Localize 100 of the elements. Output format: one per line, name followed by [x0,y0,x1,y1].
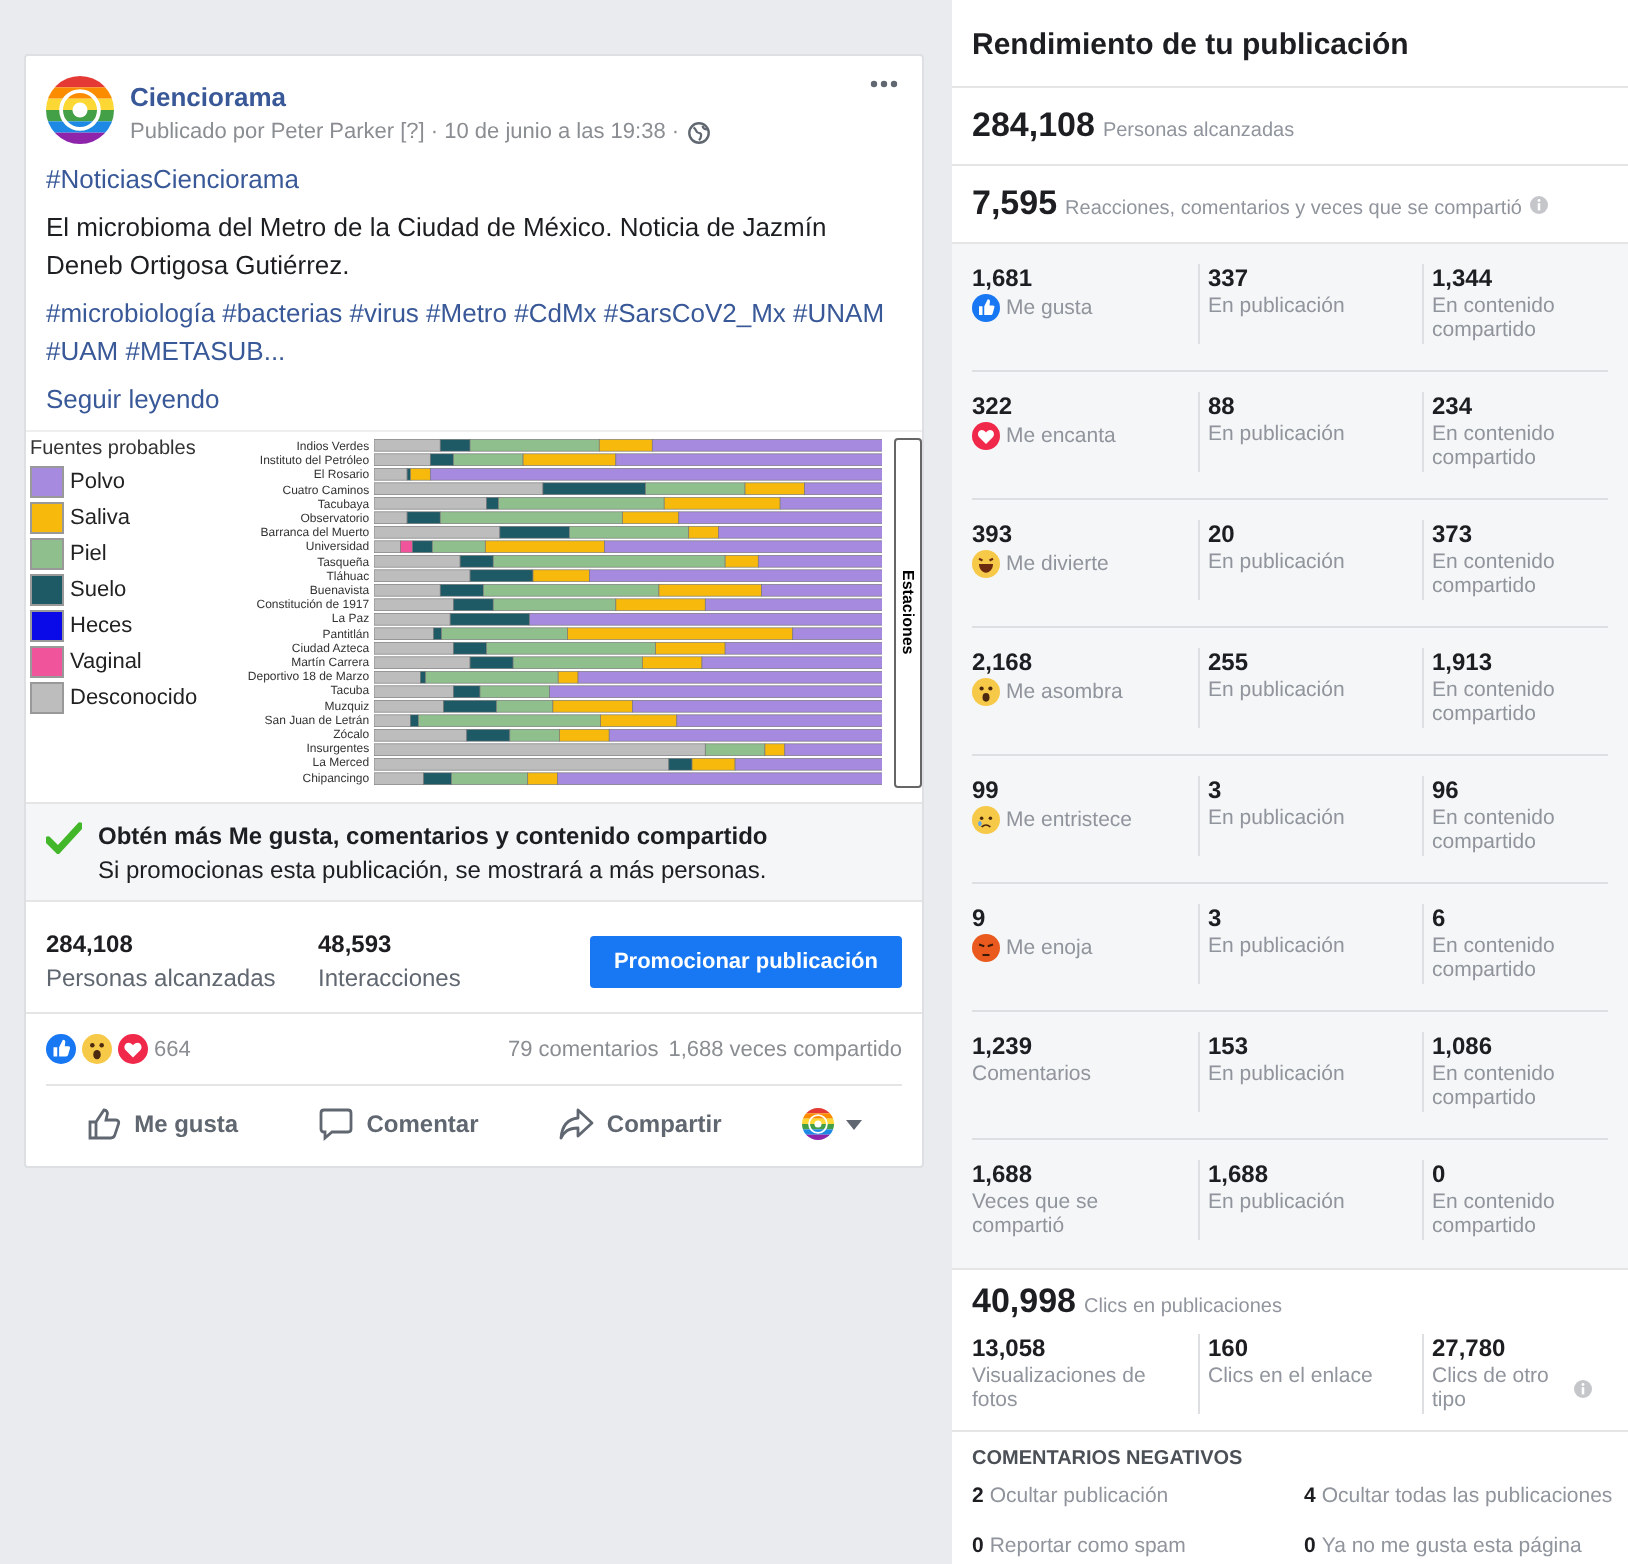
negative-feedback-label: Reportar como spam [989,1534,1186,1558]
surprised-reaction-icon [82,1034,112,1064]
heart-reaction-icon [118,1034,148,1064]
promo-text: Si promocionas esta publicación, se mostrará a más personas. [98,856,768,884]
post-action-button[interactable]: Compartir [546,1098,734,1150]
axis-title: Estaciones [899,570,918,656]
metric-value: 3 [1208,776,1224,804]
post-action-button[interactable]: Me gusta [74,1098,251,1150]
reaction-count[interactable]: 664 [154,1037,191,1061]
negative-feedback-label: Ya no me gusta esta página [1321,1534,1582,1558]
metric-value: 0 [1432,1160,1448,1188]
legend-title: Fuentes probables [30,438,198,460]
metric-total: 1,239 [972,1032,1035,1060]
reach-label: Personas alcanzadas [1102,120,1295,142]
metric-total: 1,681 [972,264,1035,292]
negative-feedback-count: 0 [972,1534,984,1558]
caret-icon [845,1119,862,1129]
globe-icon [687,121,710,143]
metric-value: 88 [1208,392,1237,420]
metric-total: 322 [972,392,1015,420]
metric-label: En publicación [1208,1062,1345,1086]
promote-button[interactable]: Promocionar publicación [589,935,902,987]
more-options-icon[interactable] [870,80,898,88]
metric-value: 153 [1208,1032,1251,1060]
negative-feedback-count: 2 [972,1484,984,1508]
reach-value: 284,108 [972,106,1095,146]
metric-label: En publicación [1208,678,1345,702]
metric-value: 255 [1208,648,1251,676]
stat-label: Personas alcanzadas [46,964,278,992]
metric-total: 99 [972,776,1001,804]
metric-total: 1,688 [972,1160,1035,1188]
post-text: El microbioma del Metro de la Ciudad de México. Noticia de Jazmín Deneb Ortigosa Gutiérrez. [46,210,829,284]
stat-value: 284,108 [46,930,135,958]
legend-label: Polvo [70,470,126,494]
metric-value: 27,780 [1432,1334,1508,1362]
metric-value: 1,913 [1432,648,1495,676]
page-logo-icon[interactable] [801,1108,834,1140]
metric-value: 337 [1208,264,1251,292]
hashtags-link[interactable]: #microbiología #bacterias #virus #Metro #CdMx #SarsCoV2_Mx #UNAM #UAM #METASUB... [46,294,902,370]
metric-label: En contenido compartido [1432,1190,1557,1238]
stat-label: Interacciones [317,964,463,992]
sad-reaction-icon [972,806,1000,834]
metric-label: En contenido compartido [1432,806,1557,854]
legend-label: Suelo [70,578,127,602]
metric-label: Me gusta [1006,296,1093,320]
metric-value: 160 [1208,1334,1251,1362]
read-more-link[interactable]: Seguir leyendo [46,380,902,418]
like-reaction-icon [46,1034,76,1064]
metric-label: En contenido compartido [1432,422,1557,470]
negative-feedback-count: 4 [1304,1484,1316,1508]
metric-label: Clics en el enlace [1208,1364,1373,1388]
thumbs-up-icon [86,1106,123,1142]
metric-value: 373 [1432,520,1475,548]
negative-feedback-label: Ocultar publicación [989,1484,1169,1508]
panel-title: Rendimiento de tu publicación [952,0,1628,88]
engagement-value: 7,595 [972,184,1058,224]
negative-feedback-heading: COMENTARIOS NEGATIVOS [972,1448,1245,1470]
comment-icon [318,1106,355,1142]
metric-label: En publicación [1208,1190,1345,1214]
negative-feedback-count: 0 [1304,1534,1316,1558]
heart-reaction-icon [972,422,1000,450]
metric-value: 1,086 [1432,1032,1495,1060]
legend-label: Saliva [70,506,130,530]
shares-count[interactable]: 1,688 veces compartido [668,1037,902,1061]
checkmark-icon [46,822,82,854]
post-action-button[interactable]: Comentar [306,1098,491,1150]
metric-value: 6 [1432,904,1448,932]
metric-total: 393 [972,520,1015,548]
legend-label: Vaginal [70,650,142,674]
metric-label: En contenido compartido [1432,1062,1557,1110]
clicks-label: Clics en publicaciones [1084,1296,1282,1318]
metric-label: En publicación [1208,422,1345,446]
like-reaction-icon [972,294,1000,322]
metric-value: 1,344 [1432,264,1495,292]
page-name-link[interactable]: Cienciorama [130,82,710,112]
metric-label: En contenido compartido [1432,294,1557,342]
metric-label: Clics de otro tipo [1432,1364,1551,1412]
metric-label: Me encanta [1006,424,1116,448]
negative-feedback-label: Ocultar todas las publicaciones [1321,1484,1613,1508]
metric-label: Visualizaciones de fotos [972,1364,1148,1412]
metric-value: 20 [1208,520,1237,548]
metric-label: En contenido compartido [1432,934,1557,982]
laughing-reaction-icon [972,550,1000,578]
legend-label: Desconocido [70,686,198,710]
hashtag-link[interactable]: #NoticiasCienciorama [46,160,902,198]
legend-label: Heces [70,614,133,638]
metric-label: En publicación [1208,934,1345,958]
metric-label: Me enoja [1006,936,1093,960]
post-byline: Publicado por Peter Parker [?] · 10 de junio a las 19:38 · [130,120,680,144]
metric-label: Me divierte [1006,552,1109,576]
metric-label: Me entristece [1006,808,1133,832]
metric-value: 1,688 [1208,1160,1271,1188]
metric-total: 2,168 [972,648,1035,676]
metric-value: 13,058 [972,1334,1048,1362]
stat-value: 48,593 [317,930,394,958]
comments-count[interactable]: 79 comentarios [507,1037,659,1061]
page-logo-icon[interactable] [46,76,114,144]
metric-total: 9 [972,904,988,932]
metric-value: 234 [1432,392,1475,420]
angry-reaction-icon [972,934,1000,962]
